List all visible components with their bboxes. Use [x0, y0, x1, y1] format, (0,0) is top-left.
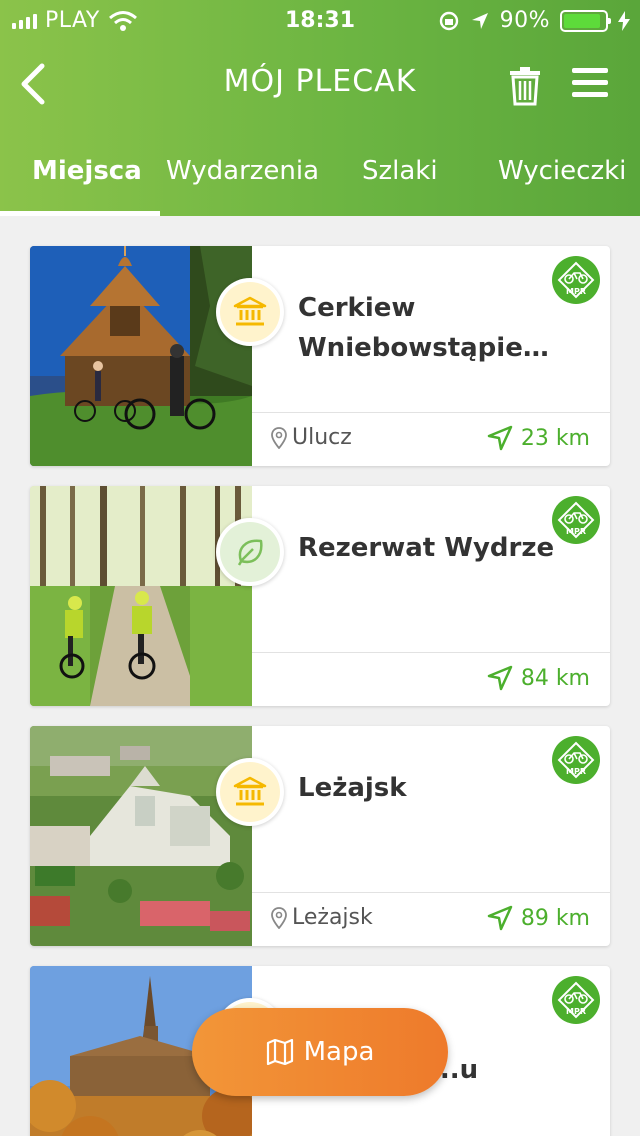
- place-title-line: Cerkiew: [298, 293, 416, 323]
- mpr-label: MPR: [566, 1007, 586, 1016]
- rotation-lock-icon: [439, 11, 458, 30]
- status-bar: PLAY 18:31 90%: [0, 0, 640, 40]
- trash-icon: [510, 67, 540, 106]
- distance-info: 84 km: [487, 665, 590, 691]
- delete-button[interactable]: [508, 66, 542, 106]
- mpr-bike-badge: MPR: [552, 256, 600, 304]
- map-pin-icon: [271, 426, 287, 449]
- map-pin-icon: [271, 906, 287, 929]
- category-badge: [216, 278, 284, 346]
- location-label: Leżajsk: [292, 905, 373, 930]
- place-title-line: Wniebowstąpieni...: [298, 333, 558, 363]
- category-badge: [216, 758, 284, 826]
- map-button[interactable]: Mapa: [192, 1008, 448, 1096]
- place-photo: [30, 486, 252, 706]
- location-arrow-icon: [471, 12, 488, 29]
- mpr-label: MPR: [566, 527, 586, 536]
- bike-route-icon: MPR: [557, 741, 595, 779]
- bike-route-icon: MPR: [557, 501, 595, 539]
- place-title: Cerkiew Wniebowstąpieni...: [298, 288, 558, 368]
- location-label: Ulucz: [292, 425, 352, 450]
- battery-icon: [560, 9, 611, 32]
- museum-icon: [233, 296, 267, 326]
- place-title-line: Leżajsk: [298, 773, 407, 803]
- distance-info: 89 km: [487, 905, 590, 931]
- place-photo: [30, 246, 252, 466]
- places-list: Cerkiew Wniebowstąpieni... MPR Ulucz 23 …: [0, 216, 640, 1136]
- navigation-bar: MÓJ PLECAK: [0, 44, 640, 124]
- bike-route-icon: MPR: [557, 261, 595, 299]
- battery-percent: 90%: [499, 8, 550, 33]
- category-badge: [216, 518, 284, 586]
- card-footer: 84 km: [252, 652, 610, 706]
- tab-bar: Miejsca Wydarzenia Szlaki Wycieczki: [0, 150, 640, 216]
- mpr-bike-badge: MPR: [552, 976, 600, 1024]
- mpr-bike-badge: MPR: [552, 736, 600, 784]
- tab-szlaki[interactable]: Szlaki: [362, 156, 438, 186]
- page-title: MÓJ PLECAK: [223, 64, 417, 99]
- map-icon: [266, 1039, 293, 1065]
- place-photo: [30, 726, 252, 946]
- distance-label: 23 km: [520, 425, 590, 451]
- distance-label: 84 km: [520, 665, 590, 691]
- location-info: Ulucz: [270, 425, 352, 450]
- charging-icon: [618, 10, 630, 31]
- place-card[interactable]: Leżajsk MPR Leżajsk 89 km: [30, 726, 610, 946]
- place-title-line: Rezerwat Wydrze: [298, 533, 555, 563]
- card-footer: Leżajsk 89 km: [252, 892, 610, 946]
- mpr-bike-badge: MPR: [552, 496, 600, 544]
- mpr-label: MPR: [566, 767, 586, 776]
- hamburger-menu-icon: [572, 68, 608, 97]
- tab-wydarzenia[interactable]: Wydarzenia: [166, 156, 319, 186]
- museum-icon: [233, 776, 267, 806]
- place-title: Rezerwat Wydrze: [298, 528, 558, 568]
- leaf-icon: [237, 539, 263, 566]
- navigation-arrow-icon: [487, 665, 513, 691]
- location-info: Leżajsk: [270, 905, 373, 930]
- navigation-arrow-icon: [487, 425, 513, 451]
- place-card[interactable]: Cerkiew Wniebowstąpieni... MPR Ulucz 23 …: [30, 246, 610, 466]
- distance-label: 89 km: [520, 905, 590, 931]
- place-card[interactable]: Rezerwat Wydrze MPR 84 km: [30, 486, 610, 706]
- mpr-label: MPR: [566, 287, 586, 296]
- place-title: Leżajsk: [298, 768, 558, 808]
- bike-route-icon: MPR: [557, 981, 595, 1019]
- navigation-arrow-icon: [487, 905, 513, 931]
- tab-wycieczki[interactable]: Wycieczki: [498, 156, 626, 186]
- card-footer: Ulucz 23 km: [252, 412, 610, 466]
- menu-button[interactable]: [570, 66, 610, 100]
- app-header: PLAY 18:31 90% MÓJ PLECAK Miejsca Wydarz…: [0, 0, 640, 216]
- distance-info: 23 km: [487, 425, 590, 451]
- tab-miejsca[interactable]: Miejsca: [32, 156, 142, 186]
- map-button-label: Mapa: [303, 1037, 375, 1067]
